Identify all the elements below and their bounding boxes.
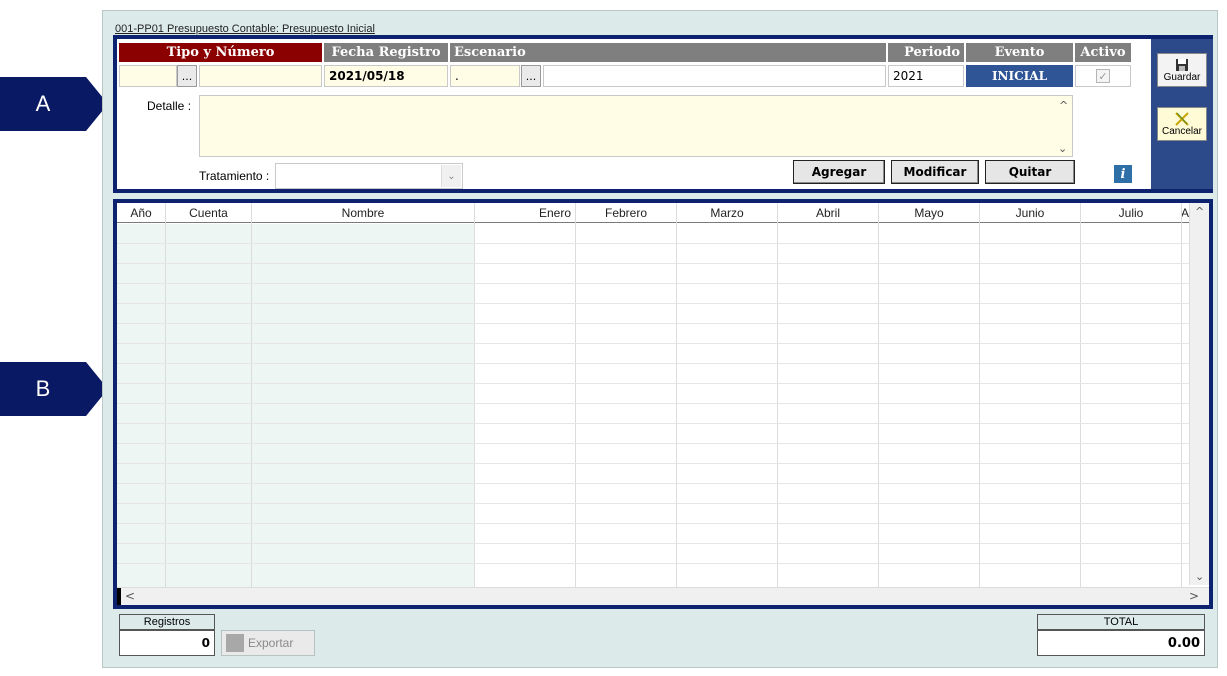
col-header-julio[interactable]: Julio bbox=[1081, 206, 1181, 220]
grid-hline bbox=[117, 283, 1189, 284]
x-icon bbox=[1175, 111, 1189, 126]
scroll-left-icon[interactable]: < bbox=[125, 589, 135, 603]
exportar-label: Exportar bbox=[248, 636, 294, 650]
col-header-nombre[interactable]: Nombre bbox=[252, 206, 474, 220]
grid-hline bbox=[117, 563, 1189, 564]
scroll-thumb[interactable] bbox=[117, 588, 121, 605]
grid-vline bbox=[251, 203, 252, 587]
total-label: TOTAL bbox=[1037, 614, 1205, 630]
col-header-febrero[interactable]: Febrero bbox=[576, 206, 676, 220]
grid-horizontal-scrollbar[interactable]: < > bbox=[117, 587, 1209, 605]
grid-hline bbox=[117, 543, 1189, 544]
info-icon[interactable]: i bbox=[1114, 165, 1132, 183]
col-header-agosto[interactable]: A bbox=[1181, 206, 1189, 220]
grid-vline bbox=[979, 203, 980, 587]
scroll-up-icon[interactable]: ^ bbox=[1195, 205, 1204, 218]
detalle-scrollbar[interactable]: ^ ⌄ bbox=[1055, 97, 1071, 155]
exportar-button[interactable]: Exportar bbox=[221, 630, 315, 656]
grid-hline bbox=[117, 443, 1189, 444]
marker-a: A bbox=[0, 77, 108, 131]
tipo-lookup-button[interactable]: ... bbox=[177, 65, 197, 87]
fecha-registro-input[interactable]: 2021/05/18 bbox=[324, 65, 448, 87]
escenario-description-input[interactable] bbox=[543, 65, 886, 87]
grid-vline bbox=[1080, 203, 1081, 587]
teal-col-cuenta bbox=[166, 224, 251, 587]
chevron-down-icon[interactable]: ⌄ bbox=[441, 165, 461, 187]
marker-b: B bbox=[0, 362, 108, 416]
grid-hline bbox=[117, 403, 1189, 404]
grid-hline bbox=[117, 503, 1189, 504]
numero-input[interactable] bbox=[199, 65, 322, 87]
detalle-scroll-up-icon[interactable]: ^ bbox=[1059, 99, 1068, 112]
quitar-button[interactable]: Quitar bbox=[985, 160, 1075, 184]
detalle-scroll-down-icon[interactable]: ⌄ bbox=[1058, 142, 1067, 155]
col-header-junio[interactable]: Junio bbox=[980, 206, 1080, 220]
col-header-anio[interactable]: Año bbox=[117, 206, 165, 220]
header-form-panel: Tipo y Número Fecha Registro Escenario P… bbox=[113, 35, 1213, 193]
teal-col-anio bbox=[117, 224, 165, 587]
guardar-button[interactable]: Guardar bbox=[1157, 53, 1207, 87]
grid-vline bbox=[575, 203, 576, 587]
grid-hline bbox=[117, 423, 1189, 424]
activo-checkbox[interactable]: ✓ bbox=[1096, 69, 1110, 83]
fecha-registro-header: Fecha Registro bbox=[324, 43, 448, 62]
cancelar-button[interactable]: Cancelar bbox=[1157, 107, 1207, 141]
detalle-label: Detalle : bbox=[147, 99, 192, 113]
periodo-input[interactable]: 2021 bbox=[888, 65, 964, 87]
grid-header: Año Cuenta Nombre Enero Febrero Marzo Ab… bbox=[117, 203, 1189, 223]
grid-panel: Año Cuenta Nombre Enero Febrero Marzo Ab… bbox=[113, 199, 1213, 609]
grid-hline bbox=[117, 463, 1189, 464]
export-icon bbox=[226, 634, 244, 652]
grid-vline bbox=[878, 203, 879, 587]
grid-vertical-scrollbar[interactable]: ^ ⌄ bbox=[1189, 203, 1209, 585]
marker-b-label: B bbox=[0, 362, 86, 416]
window-title: 001-PP01 Presupuesto Contable: Presupues… bbox=[115, 23, 375, 35]
registros-value: 0 bbox=[119, 630, 215, 656]
scroll-right-icon[interactable]: > bbox=[1189, 589, 1199, 603]
escenario-lookup-button[interactable]: ... bbox=[521, 65, 541, 87]
evento-value: INICIAL bbox=[966, 65, 1073, 87]
modificar-button[interactable]: Modificar bbox=[891, 160, 979, 184]
scroll-down-icon[interactable]: ⌄ bbox=[1195, 570, 1204, 583]
evento-header: Evento bbox=[966, 43, 1073, 62]
tratamiento-select[interactable]: ⌄ bbox=[275, 163, 463, 189]
detalle-textarea[interactable] bbox=[199, 95, 1073, 157]
activo-header: Activo bbox=[1075, 43, 1131, 62]
grid-hline bbox=[117, 263, 1189, 264]
grid-hline bbox=[117, 363, 1189, 364]
agregar-button[interactable]: Agregar bbox=[793, 160, 885, 184]
budget-window: 001-PP01 Presupuesto Contable: Presupues… bbox=[102, 10, 1218, 668]
grid-hline bbox=[117, 383, 1189, 384]
col-header-cuenta[interactable]: Cuenta bbox=[166, 206, 251, 220]
tratamiento-label: Tratamiento : bbox=[199, 169, 270, 183]
grid-hline bbox=[117, 323, 1189, 324]
escenario-header: Escenario bbox=[450, 43, 886, 62]
teal-col-nombre bbox=[252, 224, 474, 587]
tipo-numero-header: Tipo y Número bbox=[119, 43, 322, 62]
grid-vline bbox=[165, 203, 166, 587]
cancelar-label: Cancelar bbox=[1161, 125, 1203, 137]
grid-hline bbox=[117, 523, 1189, 524]
grid-vline bbox=[1181, 203, 1182, 587]
marker-a-label: A bbox=[0, 77, 86, 131]
escenario-code-input[interactable]: . bbox=[450, 65, 520, 87]
col-header-abril[interactable]: Abril bbox=[778, 206, 878, 220]
grid-vline bbox=[777, 203, 778, 587]
floppy-icon bbox=[1176, 58, 1188, 71]
guardar-label: Guardar bbox=[1163, 71, 1201, 83]
grid-vline bbox=[474, 203, 475, 587]
grid-vline bbox=[676, 203, 677, 587]
grid-hline bbox=[117, 483, 1189, 484]
registros-label: Registros bbox=[119, 614, 215, 630]
activo-checkbox-cell: ✓ bbox=[1075, 65, 1131, 87]
periodo-header: Periodo bbox=[888, 43, 964, 62]
col-header-mayo[interactable]: Mayo bbox=[879, 206, 979, 220]
col-header-enero[interactable]: Enero bbox=[475, 206, 575, 220]
grid-hline bbox=[117, 243, 1189, 244]
grid-hline bbox=[117, 303, 1189, 304]
tipo-input[interactable] bbox=[119, 65, 177, 87]
grid-hline bbox=[117, 343, 1189, 344]
col-header-marzo[interactable]: Marzo bbox=[677, 206, 777, 220]
total-value: 0.00 bbox=[1037, 630, 1205, 656]
